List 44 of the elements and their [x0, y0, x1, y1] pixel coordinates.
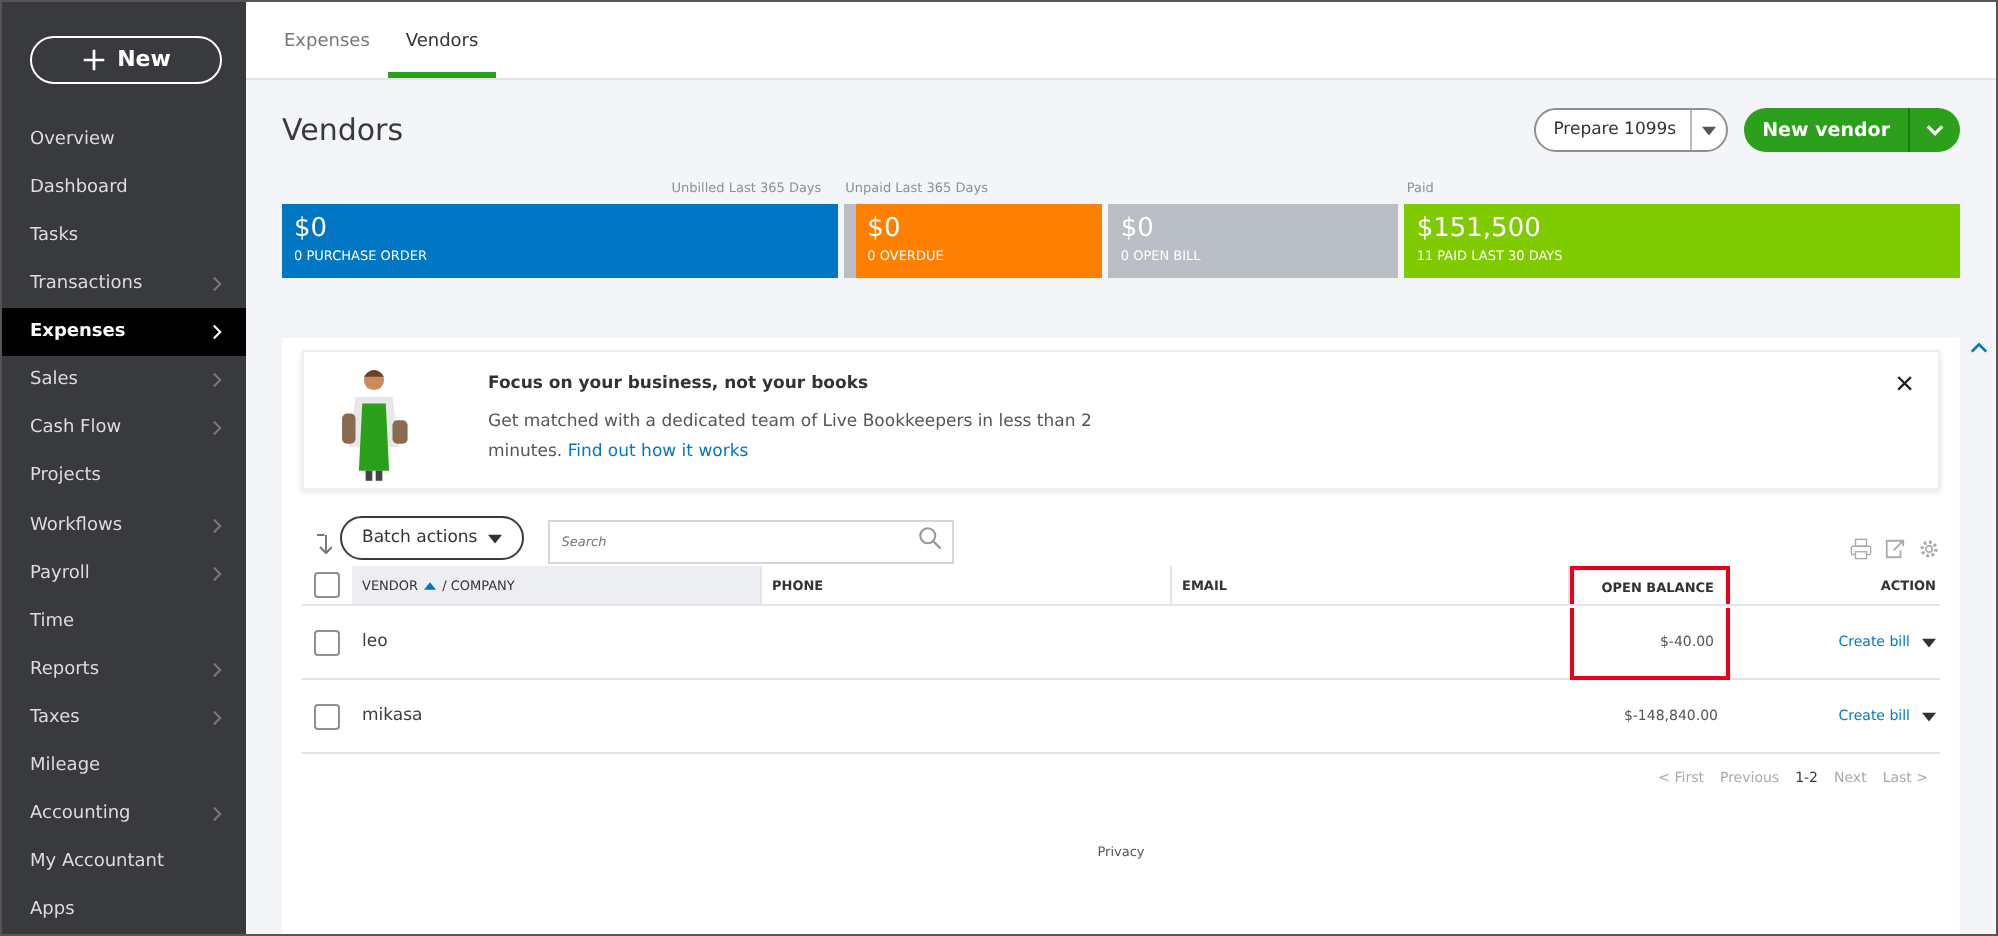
caret-icon — [1702, 125, 1717, 135]
select-all-checkbox[interactable] — [314, 572, 340, 598]
nav-item[interactable]: My Accountant — [2, 837, 246, 886]
nav-item[interactable]: Mileage — [2, 741, 246, 790]
page-title: Vendors — [282, 112, 404, 148]
print-icon[interactable] — [1850, 537, 1872, 559]
find-out-link[interactable]: Find out how it works — [567, 442, 749, 462]
nav-item[interactable]: Expenses — [2, 308, 246, 357]
chevron-up-icon[interactable] — [1970, 342, 1988, 354]
plus-icon — [81, 47, 106, 72]
batch-actions-button[interactable]: Batch actions — [340, 516, 524, 560]
banner-text: Get matched with a dedicated team of Live Bookkeepers in less than 2 minutes. Find out how it works — [488, 410, 1094, 466]
vendor-name[interactable]: mikasa — [352, 706, 762, 726]
nav-item[interactable]: Transactions — [2, 260, 246, 309]
row-checkbox[interactable] — [314, 703, 340, 729]
vendor-name[interactable]: leo — [352, 632, 762, 652]
nav-item[interactable]: Projects — [2, 452, 246, 501]
nav-item[interactable]: Overview — [2, 115, 246, 165]
nav-item[interactable]: Taxes — [2, 693, 246, 742]
nav-item[interactable]: Tasks — [2, 212, 246, 261]
banner-title: Focus on your business, not your books — [488, 374, 871, 394]
caret-icon[interactable] — [1922, 711, 1936, 721]
nav-item[interactable]: Reports — [2, 645, 246, 694]
nav-item[interactable]: Apps — [2, 885, 246, 934]
tab[interactable]: Vendors — [387, 32, 497, 78]
caret-icon — [487, 533, 502, 543]
new-button[interactable]: New — [30, 36, 222, 84]
nav-item[interactable]: Payroll — [2, 549, 246, 598]
export-icon[interactable] — [1884, 537, 1906, 559]
nav-item[interactable]: Dashboard — [2, 164, 246, 213]
search-icon — [917, 526, 942, 550]
chevron-down-icon — [1926, 124, 1944, 136]
tab[interactable]: Expenses — [266, 32, 388, 78]
sort-arrow-icon[interactable] — [314, 532, 332, 556]
row-checkbox[interactable] — [314, 629, 340, 655]
nav-item[interactable]: Workflows — [2, 500, 246, 550]
settings-icon[interactable] — [1918, 537, 1940, 559]
close-button[interactable]: × — [1895, 368, 1914, 404]
caret-icon[interactable] — [1922, 637, 1936, 647]
nav-item[interactable]: Cash Flow — [2, 404, 246, 453]
nav-item[interactable]: Accounting — [2, 789, 246, 838]
nav-item[interactable]: Sales — [2, 356, 246, 405]
nav-item[interactable]: Time — [2, 597, 246, 646]
prepare-1099s-button[interactable]: Prepare 1099s — [1533, 108, 1729, 152]
